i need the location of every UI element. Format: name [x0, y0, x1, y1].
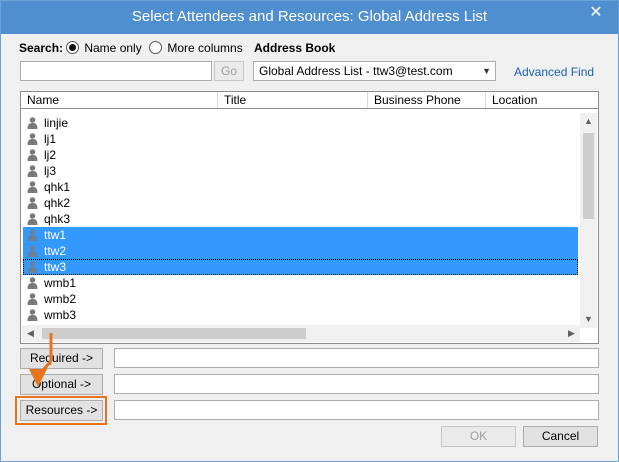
person-icon	[27, 293, 38, 305]
list-item[interactable]: ttw3	[23, 259, 578, 275]
person-icon	[27, 261, 38, 273]
resources-button[interactable]: Resources ->	[20, 400, 103, 421]
list-item-name: ttw1	[44, 228, 67, 242]
vertical-scrollbar[interactable]: ▲ ▼	[580, 113, 597, 328]
radio-name-only-indicator[interactable]	[66, 41, 79, 54]
person-icon	[27, 245, 38, 257]
person-icon	[27, 165, 38, 177]
list-header: Name Title Business Phone Location	[20, 91, 599, 109]
dialog-window: Select Attendees and Resources: Global A…	[0, 0, 619, 462]
optional-field[interactable]	[114, 374, 599, 394]
list-item[interactable]: wmb2	[23, 291, 578, 307]
list-item-name: wmb2	[44, 292, 77, 306]
address-list[interactable]: linjie lj1 lj2 lj3 qhk1 qhk2 qhk3 ttw1 ttw2 ttw3 w…	[20, 108, 599, 344]
person-icon	[27, 309, 38, 321]
list-item-name: qhk2	[44, 196, 71, 210]
scroll-up-icon[interactable]: ▲	[580, 113, 597, 130]
address-book-selected: Global Address List - ttw3@test.com	[259, 64, 453, 78]
radio-more-columns[interactable]: More columns	[149, 41, 243, 55]
person-icon	[27, 213, 38, 225]
list-item[interactable]: wmb3	[23, 307, 578, 323]
person-icon	[27, 149, 38, 161]
person-icon	[27, 181, 38, 193]
dialog-title: Select Attendees and Resources: Global A…	[131, 8, 488, 25]
scroll-down-icon[interactable]: ▼	[580, 311, 597, 328]
address-book-label: Address Book	[254, 41, 336, 55]
list-item[interactable]: wmb1	[23, 275, 578, 291]
list-item-name: lj2	[44, 148, 57, 162]
person-icon	[27, 117, 38, 129]
list-item-name: lj1	[44, 132, 57, 146]
search-input[interactable]	[20, 61, 212, 81]
list-item-name: linjie	[44, 116, 69, 130]
radio-more-columns-label: More columns	[167, 41, 243, 55]
radio-name-only[interactable]: Name only	[66, 41, 142, 55]
search-label: Search:	[19, 41, 64, 55]
list-item[interactable]: qhk2	[23, 195, 578, 211]
list-item[interactable]: lj3	[23, 163, 578, 179]
annotation-arrow-icon	[29, 333, 53, 387]
close-icon: ✕	[589, 4, 603, 21]
list-item-name: qhk3	[44, 212, 71, 226]
scroll-right-icon[interactable]: ▶	[563, 325, 580, 342]
go-button[interactable]: Go	[214, 61, 244, 81]
radio-name-only-label: Name only	[84, 41, 142, 55]
title-bar: Select Attendees and Resources: Global A…	[1, 1, 618, 34]
list-item[interactable]: qhk3	[23, 211, 578, 227]
address-book-dropdown[interactable]: Global Address List - ttw3@test.com ▼	[253, 61, 496, 81]
list-item-name: ttw2	[44, 244, 67, 258]
search-input-value	[21, 64, 25, 78]
list-item[interactable]: ttw2	[23, 243, 578, 259]
column-header-location[interactable]: Location	[486, 92, 598, 109]
list-item-name: wmb3	[44, 308, 77, 322]
column-header-title[interactable]: Title	[218, 92, 368, 109]
horizontal-scroll-thumb[interactable]	[42, 328, 306, 339]
advanced-find-link[interactable]: Advanced Find	[514, 65, 594, 79]
list-item-name: lj3	[44, 164, 57, 178]
list-item[interactable]: linjie	[23, 115, 578, 131]
close-button[interactable]: ✕	[580, 3, 612, 23]
horizontal-scrollbar[interactable]: ◀ ▶	[22, 325, 580, 342]
annotation-arrow-head	[29, 369, 47, 387]
person-icon	[27, 229, 38, 241]
list-item-name: wmb1	[44, 276, 77, 290]
column-header-name[interactable]: Name	[21, 92, 218, 109]
ok-button[interactable]: OK	[441, 426, 516, 447]
list-item[interactable]: lj1	[23, 131, 578, 147]
vertical-scroll-thumb[interactable]	[583, 133, 594, 219]
list-item[interactable]: lj2	[23, 147, 578, 163]
chevron-down-icon: ▼	[482, 66, 491, 76]
radio-more-columns-indicator[interactable]	[149, 41, 162, 54]
person-icon	[27, 133, 38, 145]
cancel-button[interactable]: Cancel	[523, 426, 598, 447]
required-field[interactable]	[114, 348, 599, 368]
person-icon	[27, 197, 38, 209]
person-icon	[27, 277, 38, 289]
column-header-business-phone[interactable]: Business Phone	[368, 92, 486, 109]
resources-field[interactable]	[114, 400, 599, 420]
list-item-name: qhk1	[44, 180, 71, 194]
list-item[interactable]: qhk1	[23, 179, 578, 195]
list-item-name: ttw3	[44, 260, 67, 274]
list-item[interactable]: ttw1	[23, 227, 578, 243]
